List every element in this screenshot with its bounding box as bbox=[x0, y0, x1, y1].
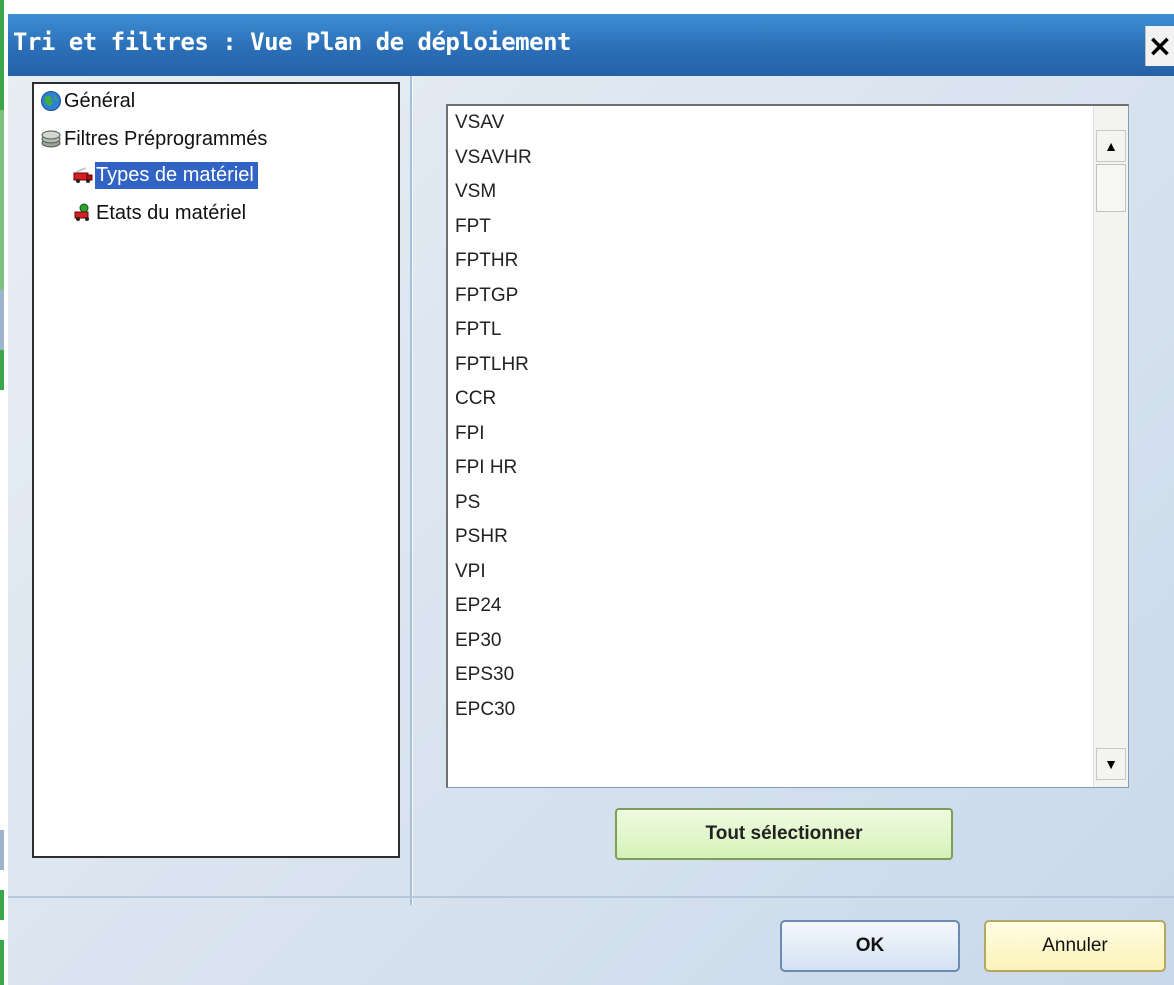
scroll-up-button[interactable]: ▲ bbox=[1096, 130, 1126, 162]
close-button[interactable]: × bbox=[1145, 26, 1174, 66]
cancel-button[interactable]: Annuler bbox=[984, 920, 1166, 972]
desktop-edge bbox=[0, 0, 8, 985]
list-item[interactable]: FPT bbox=[455, 210, 532, 245]
tree-item-general[interactable]: Général bbox=[40, 84, 139, 118]
scroll-thumb[interactable] bbox=[1096, 164, 1126, 212]
list-item[interactable]: EP24 bbox=[455, 589, 532, 624]
scroll-down-button[interactable]: ▼ bbox=[1096, 748, 1126, 780]
list-item[interactable]: FPTHR bbox=[455, 244, 532, 279]
list-item[interactable]: CCR bbox=[455, 382, 532, 417]
vertical-scrollbar[interactable]: ▲ ▼ bbox=[1093, 106, 1128, 787]
list-item[interactable]: VSM bbox=[455, 175, 532, 210]
tree-item-preset-filters[interactable]: Filtres Préprogrammés bbox=[40, 122, 271, 156]
list-item[interactable]: FPI HR bbox=[455, 451, 532, 486]
tree-item-label: Général bbox=[64, 89, 136, 112]
list-item[interactable]: FPI bbox=[455, 417, 532, 452]
equipment-type-list[interactable]: VSAV VSAVHR VSM FPT FPTHR FPTGP FPTL FPT… bbox=[446, 104, 1129, 788]
select-all-button[interactable]: Tout sélectionner bbox=[615, 808, 953, 860]
title-bar: Tri et filtres : Vue Plan de déploiement… bbox=[8, 14, 1174, 76]
window-title: Tri et filtres : Vue Plan de déploiement bbox=[13, 28, 571, 56]
list-item[interactable]: EP30 bbox=[455, 624, 532, 659]
list-item[interactable]: FPTLHR bbox=[455, 348, 532, 383]
list-item[interactable]: PSHR bbox=[455, 520, 532, 555]
truck-icon bbox=[73, 167, 93, 183]
list-item[interactable]: EPS30 bbox=[455, 658, 532, 693]
list-item[interactable]: EPC30 bbox=[455, 693, 532, 728]
footer-divider bbox=[8, 896, 1174, 898]
tree-item-label: Types de matériel bbox=[95, 161, 258, 189]
arrow-down-icon: ▼ bbox=[1104, 756, 1118, 772]
list-item[interactable]: PS bbox=[455, 486, 532, 521]
list-item[interactable]: VSAVHR bbox=[455, 141, 532, 176]
list-item[interactable]: FPTL bbox=[455, 313, 532, 348]
globe-icon bbox=[41, 91, 61, 111]
tree-item-equipment-states[interactable]: Etats du matériel bbox=[72, 196, 250, 230]
stack-icon bbox=[41, 130, 61, 148]
close-icon: × bbox=[1147, 28, 1173, 64]
filter-tree[interactable]: Général Filtres Préprogrammés Types de m… bbox=[32, 82, 400, 858]
list-item[interactable]: FPTGP bbox=[455, 279, 532, 314]
tree-item-equipment-types[interactable]: Types de matériel bbox=[72, 158, 258, 192]
tree-item-label: Filtres Préprogrammés bbox=[64, 127, 268, 150]
list-item[interactable]: VPI bbox=[455, 555, 532, 590]
tree-item-label: Etats du matériel bbox=[96, 201, 247, 224]
list-item[interactable]: VSAV bbox=[455, 106, 532, 141]
ok-button[interactable]: OK bbox=[780, 920, 960, 972]
arrow-up-icon: ▲ bbox=[1104, 138, 1118, 154]
status-icon bbox=[74, 203, 89, 221]
